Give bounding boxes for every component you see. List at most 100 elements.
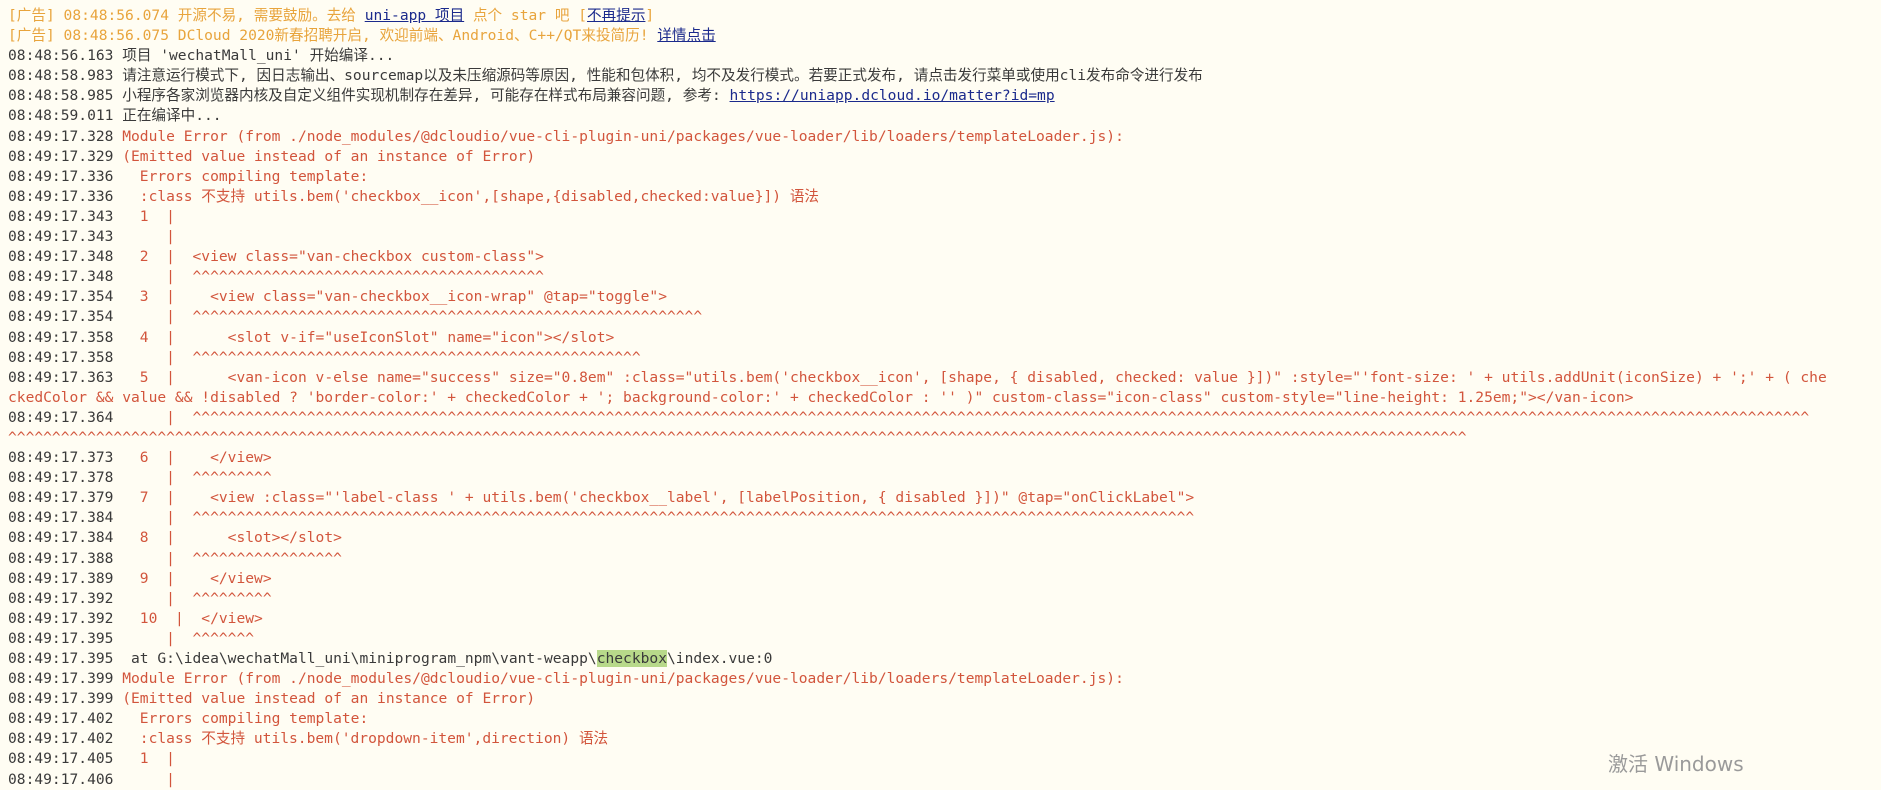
log-ad-text: [广告]: [8, 27, 64, 45]
log-line: 08:49:17.378 | ^^^^^^^^^: [8, 468, 1881, 488]
log-line: 08:49:17.363 5 | <van-icon v-else name="…: [8, 368, 1881, 388]
log-error-text: | ^^^^^^^^^^^^^^^^^^^^^^^^^^^^^^^^^^^^^^…: [122, 308, 703, 326]
log-line: 08:48:58.983 请注意运行模式下, 因日志输出、sourcemap以及…: [8, 66, 1881, 86]
log-ad-text: 08:48:56.075: [63, 27, 178, 45]
log-text: at G:\idea\wechatMall_uni\miniprogram_np…: [122, 650, 597, 667]
log-text: 正在编译中...: [122, 107, 222, 125]
log-timestamp: 08:49:17.343: [8, 228, 123, 246]
log-error-text: | ^^^^^^^^^^^^^^^^^^^^^^^^^^^^^^^^^^^^^^…: [122, 509, 1195, 527]
log-error-text: | ^^^^^^^^^^^^^^^^^^^^^^^^^^^^^^^^^^^^^^…: [122, 408, 1810, 426]
log-error-text: ckedColor && value && !disabled ? 'borde…: [8, 388, 1634, 406]
log-link[interactable]: 详情点击: [657, 27, 715, 44]
log-timestamp: 08:49:17.363: [8, 368, 123, 386]
log-ad-text: [广告]: [8, 7, 64, 24]
log-error-text: (Emitted value instead of an instance of…: [122, 690, 536, 708]
log-timestamp: 08:49:17.405: [8, 750, 123, 768]
log-line: 08:49:17.348 2 | <view class="van-checkb…: [8, 247, 1881, 267]
log-error-text: | ^^^^^^^^^: [122, 589, 272, 607]
log-link[interactable]: uni-app 项目: [365, 7, 464, 24]
log-text: \index.vue:0: [667, 650, 773, 667]
log-line: 08:49:17.384 | ^^^^^^^^^^^^^^^^^^^^^^^^^…: [8, 508, 1881, 528]
log-timestamp: 08:49:17.384: [8, 509, 123, 527]
search-highlight: checkbox: [596, 650, 667, 667]
log-timestamp: 08:48:59.011: [8, 107, 123, 125]
log-line: 08:49:17.389 9 | </view>: [8, 569, 1881, 589]
log-line: 08:49:17.402 Errors compiling template:: [8, 709, 1881, 729]
log-error-text: Errors compiling template:: [122, 167, 369, 185]
log-line: 08:48:59.011 正在编译中...: [8, 106, 1881, 126]
log-error-text: | ^^^^^^^^^^^^^^^^^: [122, 549, 342, 567]
log-line: 08:48:56.163 项目 'wechatMall_uni' 开始编译...: [8, 46, 1881, 66]
log-error-text: 9 | </view>: [122, 569, 272, 587]
log-ad-text: ]: [645, 7, 655, 24]
log-text: 小程序各家浏览器内核及自定义组件实现机制存在差异, 可能存在样式布局兼容问题, …: [122, 87, 730, 105]
log-line: [广告] 08:48:56.075 DCloud 2020新春招聘开启, 欢迎前…: [8, 26, 1881, 46]
log-timestamp: 08:49:17.378: [8, 469, 123, 487]
log-line: 08:49:17.384 8 | <slot></slot>: [8, 528, 1881, 548]
log-timestamp: 08:49:17.395: [8, 650, 123, 667]
log-error-text: 3 | <view class="van-checkbox__icon-wrap…: [122, 288, 667, 306]
log-timestamp: 08:49:17.348: [8, 248, 123, 266]
log-line: 08:49:17.364 | ^^^^^^^^^^^^^^^^^^^^^^^^^…: [8, 408, 1881, 428]
log-timestamp: 08:49:17.348: [8, 268, 123, 286]
log-timestamp: 08:49:17.388: [8, 549, 123, 567]
log-error-text: ^^^^^^^^^^^^^^^^^^^^^^^^^^^^^^^^^^^^^^^^…: [8, 428, 1467, 446]
log-error-text: (Emitted value instead of an instance of…: [122, 147, 536, 165]
log-line: 08:49:17.395 at G:\idea\wechatMall_uni\m…: [8, 649, 1881, 669]
log-error-text: 4 | <slot v-if="useIconSlot" name="icon"…: [122, 328, 615, 346]
log-line: 08:49:17.399 Module Error (from ./node_m…: [8, 669, 1881, 689]
windows-activation-watermark: 激活 Windows: [1608, 752, 1744, 776]
log-line: 08:49:17.336 Errors compiling template:: [8, 167, 1881, 187]
log-line: 08:49:17.329 (Emitted value instead of a…: [8, 147, 1881, 167]
log-timestamp: 08:49:17.406: [8, 770, 123, 788]
log-line: 08:49:17.405 1 |: [8, 749, 1881, 769]
log-line: 08:49:17.336 :class 不支持 utils.bem('check…: [8, 187, 1881, 207]
log-line: [广告] 08:48:56.074 开源不易, 需要鼓励。去给 uni-app …: [8, 6, 1881, 26]
log-error-text: | ^^^^^^^: [122, 629, 255, 647]
log-line: 08:48:58.985 小程序各家浏览器内核及自定义组件实现机制存在差异, 可…: [8, 86, 1881, 106]
log-line: 08:49:17.406 |: [8, 770, 1881, 790]
log-timestamp: 08:49:17.399: [8, 670, 123, 688]
log-timestamp: 08:49:17.329: [8, 147, 123, 165]
log-error-text: Module Error (from ./node_modules/@dclou…: [122, 670, 1124, 688]
log-line: 08:49:17.379 7 | <view :class="'label-cl…: [8, 488, 1881, 508]
console-output[interactable]: [广告] 08:48:56.074 开源不易, 需要鼓励。去给 uni-app …: [8, 6, 1881, 790]
log-timestamp: 08:48:58.983: [8, 67, 123, 85]
log-timestamp: 08:49:17.364: [8, 408, 123, 426]
log-error-text: 10 | </view>: [122, 609, 263, 627]
log-timestamp: 08:48:56.163: [8, 47, 123, 65]
log-timestamp: 08:49:17.354: [8, 308, 123, 326]
log-timestamp: 08:49:17.358: [8, 328, 123, 346]
log-error-text: 2 | <view class="van-checkbox custom-cla…: [122, 248, 544, 266]
log-line: 08:49:17.373 6 | </view>: [8, 448, 1881, 468]
log-line: 08:49:17.402 :class 不支持 utils.bem('dropd…: [8, 729, 1881, 749]
log-error-text: 5 | <van-icon v-else name="success" size…: [122, 368, 1827, 386]
log-line: 08:49:17.343 1 |: [8, 207, 1881, 227]
log-timestamp: 08:49:17.343: [8, 207, 123, 225]
log-error-text: Errors compiling template:: [122, 710, 369, 728]
log-error-text: | ^^^^^^^^^^^^^^^^^^^^^^^^^^^^^^^^^^^^^^…: [122, 268, 544, 286]
log-timestamp: 08:49:17.384: [8, 529, 123, 547]
log-ad-text: 点个 star 吧 [: [464, 7, 588, 24]
log-line: 08:49:17.328 Module Error (from ./node_m…: [8, 127, 1881, 147]
log-timestamp: 08:49:17.392: [8, 589, 123, 607]
log-error-text: |: [122, 228, 175, 246]
log-timestamp: 08:49:17.402: [8, 710, 123, 728]
log-line: 08:49:17.392 10 | </view>: [8, 609, 1881, 629]
log-line: 08:49:17.354 | ^^^^^^^^^^^^^^^^^^^^^^^^^…: [8, 307, 1881, 327]
log-link[interactable]: 不再提示: [587, 7, 645, 24]
log-timestamp: 08:49:17.399: [8, 690, 123, 708]
log-timestamp: 08:49:17.402: [8, 730, 123, 748]
log-timestamp: 08:49:17.389: [8, 569, 123, 587]
log-error-text: Module Error (from ./node_modules/@dclou…: [122, 127, 1124, 145]
log-timestamp: 08:48:58.985: [8, 87, 123, 105]
log-text: 项目 'wechatMall_uni' 开始编译...: [122, 47, 395, 65]
log-link[interactable]: https://uniapp.dcloud.io/matter?id=mp: [730, 87, 1055, 104]
log-line: 08:49:17.395 | ^^^^^^^: [8, 629, 1881, 649]
log-line: 08:49:17.358 | ^^^^^^^^^^^^^^^^^^^^^^^^^…: [8, 348, 1881, 368]
log-error-text: :class 不支持 utils.bem('dropdown-item',dir…: [122, 730, 609, 748]
log-error-text: 8 | <slot></slot>: [122, 529, 342, 547]
log-error-text: :class 不支持 utils.bem('checkbox__icon',[s…: [122, 187, 820, 205]
log-ad-text: 开源不易, 需要鼓励。去给: [177, 7, 365, 24]
log-line: 08:49:17.354 3 | <view class="van-checkb…: [8, 287, 1881, 307]
